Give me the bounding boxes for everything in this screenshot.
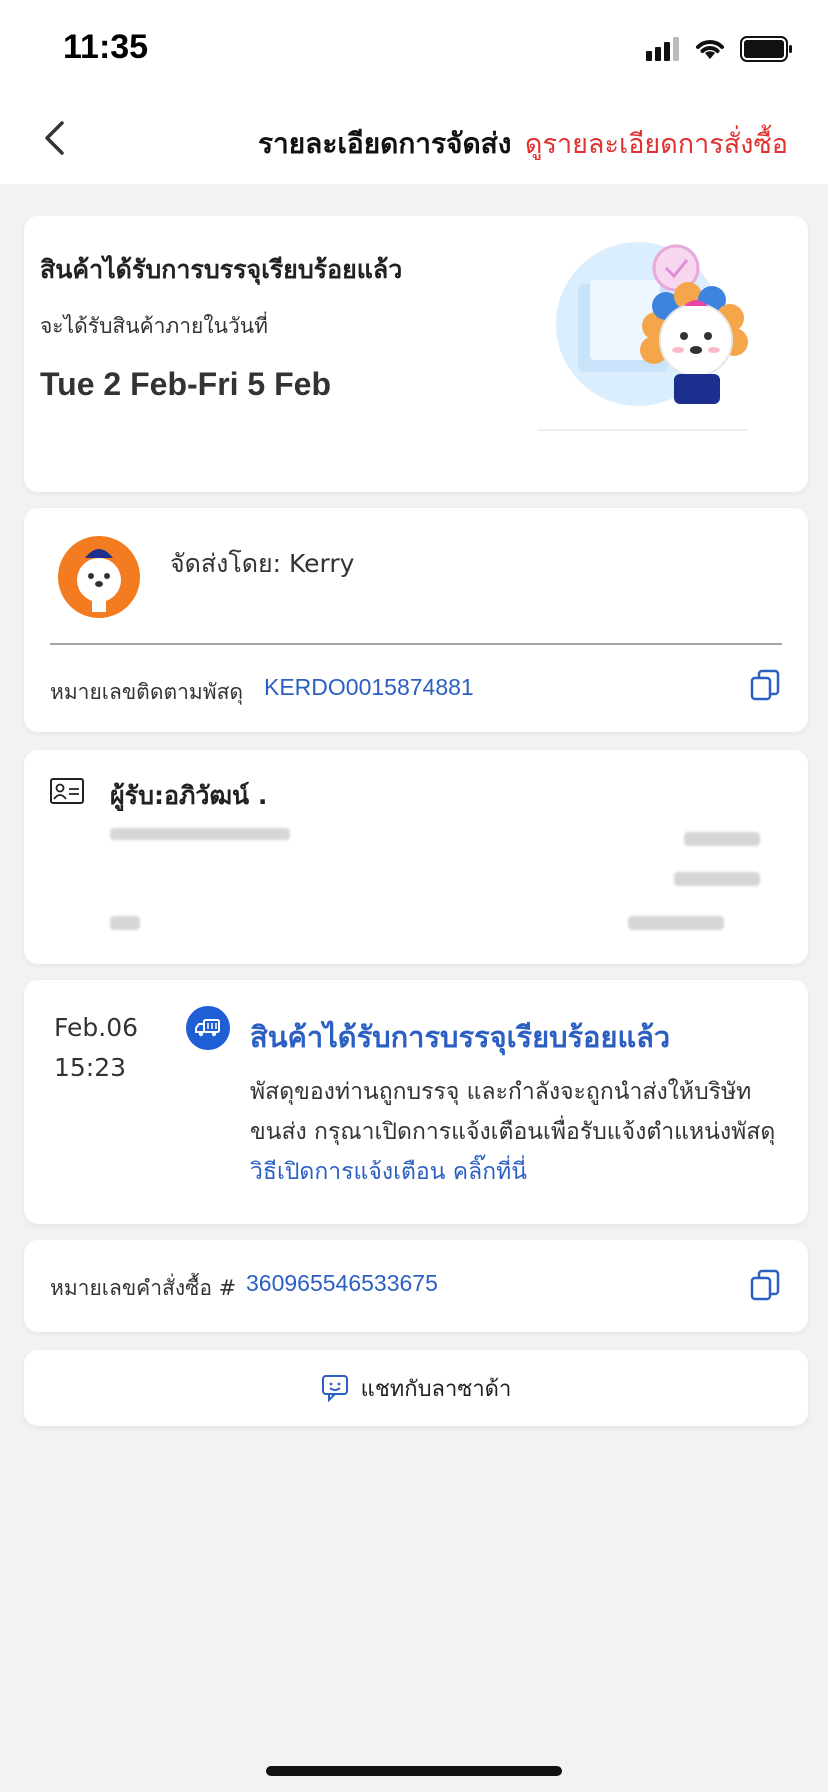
wifi-icon: [696, 40, 724, 59]
event-date: Feb.06: [54, 1013, 139, 1042]
nav-bar: รายละเอียดการจัดส่ง ดูรายละเอียดการสั่งซ…: [0, 96, 828, 184]
event-description-text: พัสดุของท่านถูกบรรจุ และกำลังจะถูกนำส่งใ…: [250, 1079, 776, 1145]
address-line-redacted: [684, 832, 760, 846]
event-description: พัสดุของท่านถูกบรรจุ และกำลังจะถูกนำส่งใ…: [250, 1072, 790, 1192]
chat-with-lazada-button[interactable]: แชทกับลาซาด้า: [24, 1350, 808, 1426]
copy-tracking-icon[interactable]: [748, 668, 782, 702]
chevron-left-icon: [45, 121, 64, 155]
signal-icon: [646, 37, 679, 61]
eta-date-range: Tue 2 Feb-Fri 5 Feb: [40, 366, 331, 402]
chat-icon: [321, 1375, 348, 1402]
recipient-card: ผู้รับ:อภิวัฒน์ .: [24, 750, 808, 964]
order-number[interactable]: 360965546533675: [246, 1270, 438, 1297]
carrier-card: จัดส่งโดย: Kerry หมายเลขติดตามพัสดุ KERD…: [24, 508, 808, 732]
status-icons: [646, 36, 794, 62]
id-card-icon: [50, 778, 84, 804]
event-time: 15:23: [54, 1053, 127, 1082]
battery-icon: [740, 36, 792, 62]
page-title: รายละเอียดการจัดส่ง: [258, 127, 512, 160]
order-number-label: หมายเลขคำสั่งซื้อ #: [50, 1276, 237, 1300]
status-bar: 11:35: [0, 0, 828, 96]
mascot-illustration: [538, 242, 748, 431]
chat-label: แชทกับลาซาด้า: [360, 1376, 512, 1402]
eta-label: จะได้รับสินค้าภายในวันที่: [40, 314, 268, 338]
address-line-redacted: [628, 916, 724, 930]
divider: [50, 643, 782, 645]
status-time: 11:35: [63, 28, 149, 66]
tracking-label: หมายเลขติดตามพัสดุ: [50, 680, 244, 704]
tracking-number[interactable]: KERDO0015874881: [264, 674, 474, 701]
order-detail-link[interactable]: ดูรายละเอียดการสั่งซื้อ: [525, 122, 788, 165]
carrier-avatar: [58, 536, 140, 618]
home-indicator[interactable]: [266, 1766, 562, 1776]
copy-order-icon[interactable]: [748, 1268, 782, 1302]
recipient-name: ผู้รับ:อภิวัฒน์ .: [110, 781, 268, 810]
carrier-name: จัดส่งโดย: Kerry: [170, 549, 355, 578]
event-datetime: Feb.06 15:23: [54, 1008, 138, 1088]
address-line-redacted: [674, 872, 760, 886]
shipment-status-card: สินค้าได้รับการบรรจุเรียบร้อยแล้ว จะได้ร…: [24, 216, 808, 492]
address-line-redacted: [110, 916, 140, 930]
tracking-timeline-card: Feb.06 15:23 สินค้าได้รับการบรรจุเรียบร้…: [24, 980, 808, 1224]
back-button[interactable]: [30, 114, 78, 162]
shipment-status-title: สินค้าได้รับการบรรจุเรียบร้อยแล้ว: [40, 255, 403, 284]
address-line-redacted: [110, 828, 290, 840]
event-title: สินค้าได้รับการบรรจุเรียบร้อยแล้ว: [250, 1020, 671, 1054]
truck-icon: [186, 1006, 230, 1050]
order-number-card: หมายเลขคำสั่งซื้อ # 360965546533675: [24, 1240, 808, 1332]
enable-notification-link[interactable]: วิธีเปิดการแจ้งเตือน คลิ๊กที่นี่: [250, 1159, 527, 1185]
